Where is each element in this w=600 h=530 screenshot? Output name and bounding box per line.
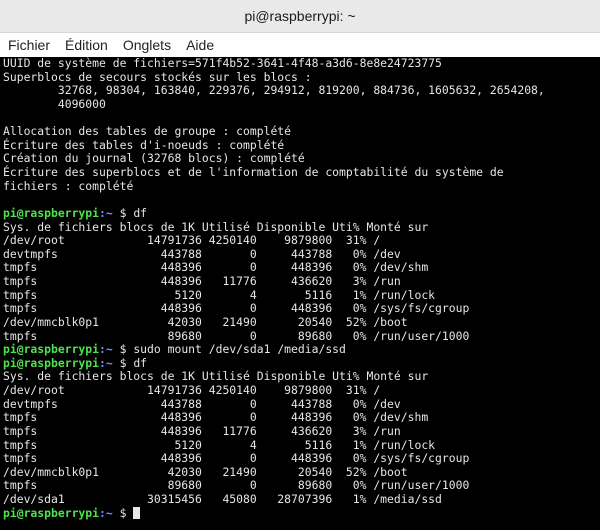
output-line: /dev/sda1 30315456 45080 28707396 1% /me… xyxy=(3,492,442,506)
output-line: Écriture des superblocs et de l'informat… xyxy=(3,165,504,179)
prompt-line: pi@raspberrypi:~ $ sudo mount /dev/sda1 … xyxy=(3,342,600,357)
menu-aide[interactable]: Aide xyxy=(184,37,216,53)
output-line: 4096000 xyxy=(3,96,106,111)
output-line: fichiers : complété xyxy=(3,178,134,193)
prompt-user: pi@raspberrypi xyxy=(3,355,100,370)
output-line: devtmpfs 443788 0 443788 0% /dev xyxy=(3,396,401,411)
output-line: tmpfs 448396 11776 436620 3% /run xyxy=(3,274,401,288)
output-line: tmpfs 448396 0 448396 0% /sys/fs/cgroup xyxy=(3,301,470,316)
prompt-line: pi@raspberrypi:~ $ df xyxy=(3,205,600,221)
menu-edition[interactable]: Édition xyxy=(63,37,110,53)
prompt-symbol: $ xyxy=(112,205,134,220)
output-line: 32768, 98304, 163840, 229376, 294912, 81… xyxy=(3,83,545,98)
prompt-user: pi@raspberrypi xyxy=(3,342,100,357)
prompt-path: :~ xyxy=(99,342,113,357)
command-text: df xyxy=(133,205,148,220)
prompt-path: :~ xyxy=(99,205,113,220)
output-line: tmpfs 89680 0 89680 0% /run/user/1000 xyxy=(3,478,470,493)
output-line: tmpfs 5120 4 5116 1% /run/lock xyxy=(3,437,436,452)
output-line: tmpfs 5120 4 5116 1% /run/lock xyxy=(3,287,436,302)
output-line: Sys. de fichiers blocs de 1K Utilisé Dis… xyxy=(3,369,429,384)
output-line: /dev/mmcblk0p1 42030 21490 20540 52% /bo… xyxy=(3,464,408,479)
prompt-line: pi@raspberrypi:~ $ df xyxy=(3,355,600,371)
prompt-symbol: $ xyxy=(112,355,134,370)
prompt-path: :~ xyxy=(99,505,113,520)
prompt-line: pi@raspberrypi:~ $ xyxy=(3,505,600,521)
window-title: pi@raspberrypi: ~ xyxy=(244,8,356,24)
output-line: tmpfs 448396 0 448396 0% /sys/fs/cgroup xyxy=(3,451,470,466)
title-bar[interactable]: pi@raspberrypi: ~ xyxy=(0,0,600,33)
output-line: Allocation des tables de groupe : complé… xyxy=(3,124,292,139)
command-text: sudo mount /dev/sda1 /media/ssd xyxy=(133,342,346,357)
output-line: /dev/root 14791736 4250140 9879800 31% / xyxy=(3,233,381,248)
command-text: df xyxy=(133,355,148,370)
output-line: tmpfs 448396 0 448396 0% /dev/shm xyxy=(3,260,429,275)
prompt-path: :~ xyxy=(99,355,113,370)
menu-fichier[interactable]: Fichier xyxy=(6,37,52,53)
output-line: tmpfs 89680 0 89680 0% /run/user/1000 xyxy=(3,328,470,343)
output-line: Écriture des tables d'i-noeuds : complét… xyxy=(3,137,285,152)
text-cursor xyxy=(133,506,141,519)
terminal-lines: UUID de système de fichiers=571f4b52-364… xyxy=(0,57,600,520)
output-line: tmpfs 448396 0 448396 0% /dev/shm xyxy=(3,410,429,425)
output-line: Création du journal (32768 blocs) : comp… xyxy=(3,151,305,166)
output-line: /dev/mmcblk0p1 42030 21490 20540 52% /bo… xyxy=(3,314,408,329)
prompt-symbol: $ xyxy=(112,505,134,520)
output-line: /dev/root 14791736 4250140 9879800 31% / xyxy=(3,383,381,397)
output-line: tmpfs 448396 11776 436620 3% /run xyxy=(3,423,401,438)
terminal-output[interactable]: UUID de système de fichiers=571f4b52-364… xyxy=(0,57,600,530)
prompt-symbol: $ xyxy=(112,342,134,357)
prompt-user: pi@raspberrypi xyxy=(3,505,100,520)
output-line: Superblocs de secours stockés sur les bl… xyxy=(3,69,312,84)
menu-onglets[interactable]: Onglets xyxy=(121,37,173,53)
menu-bar: Fichier Édition Onglets Aide xyxy=(0,33,600,58)
prompt-user: pi@raspberrypi xyxy=(3,205,100,220)
terminal-window: pi@raspberrypi: ~ Fichier Édition Onglet… xyxy=(0,0,600,530)
output-line: devtmpfs 443788 0 443788 0% /dev xyxy=(3,246,401,261)
output-line: UUID de système de fichiers=571f4b52-364… xyxy=(3,57,442,70)
output-line: Sys. de fichiers blocs de 1K Utilisé Dis… xyxy=(3,219,429,234)
